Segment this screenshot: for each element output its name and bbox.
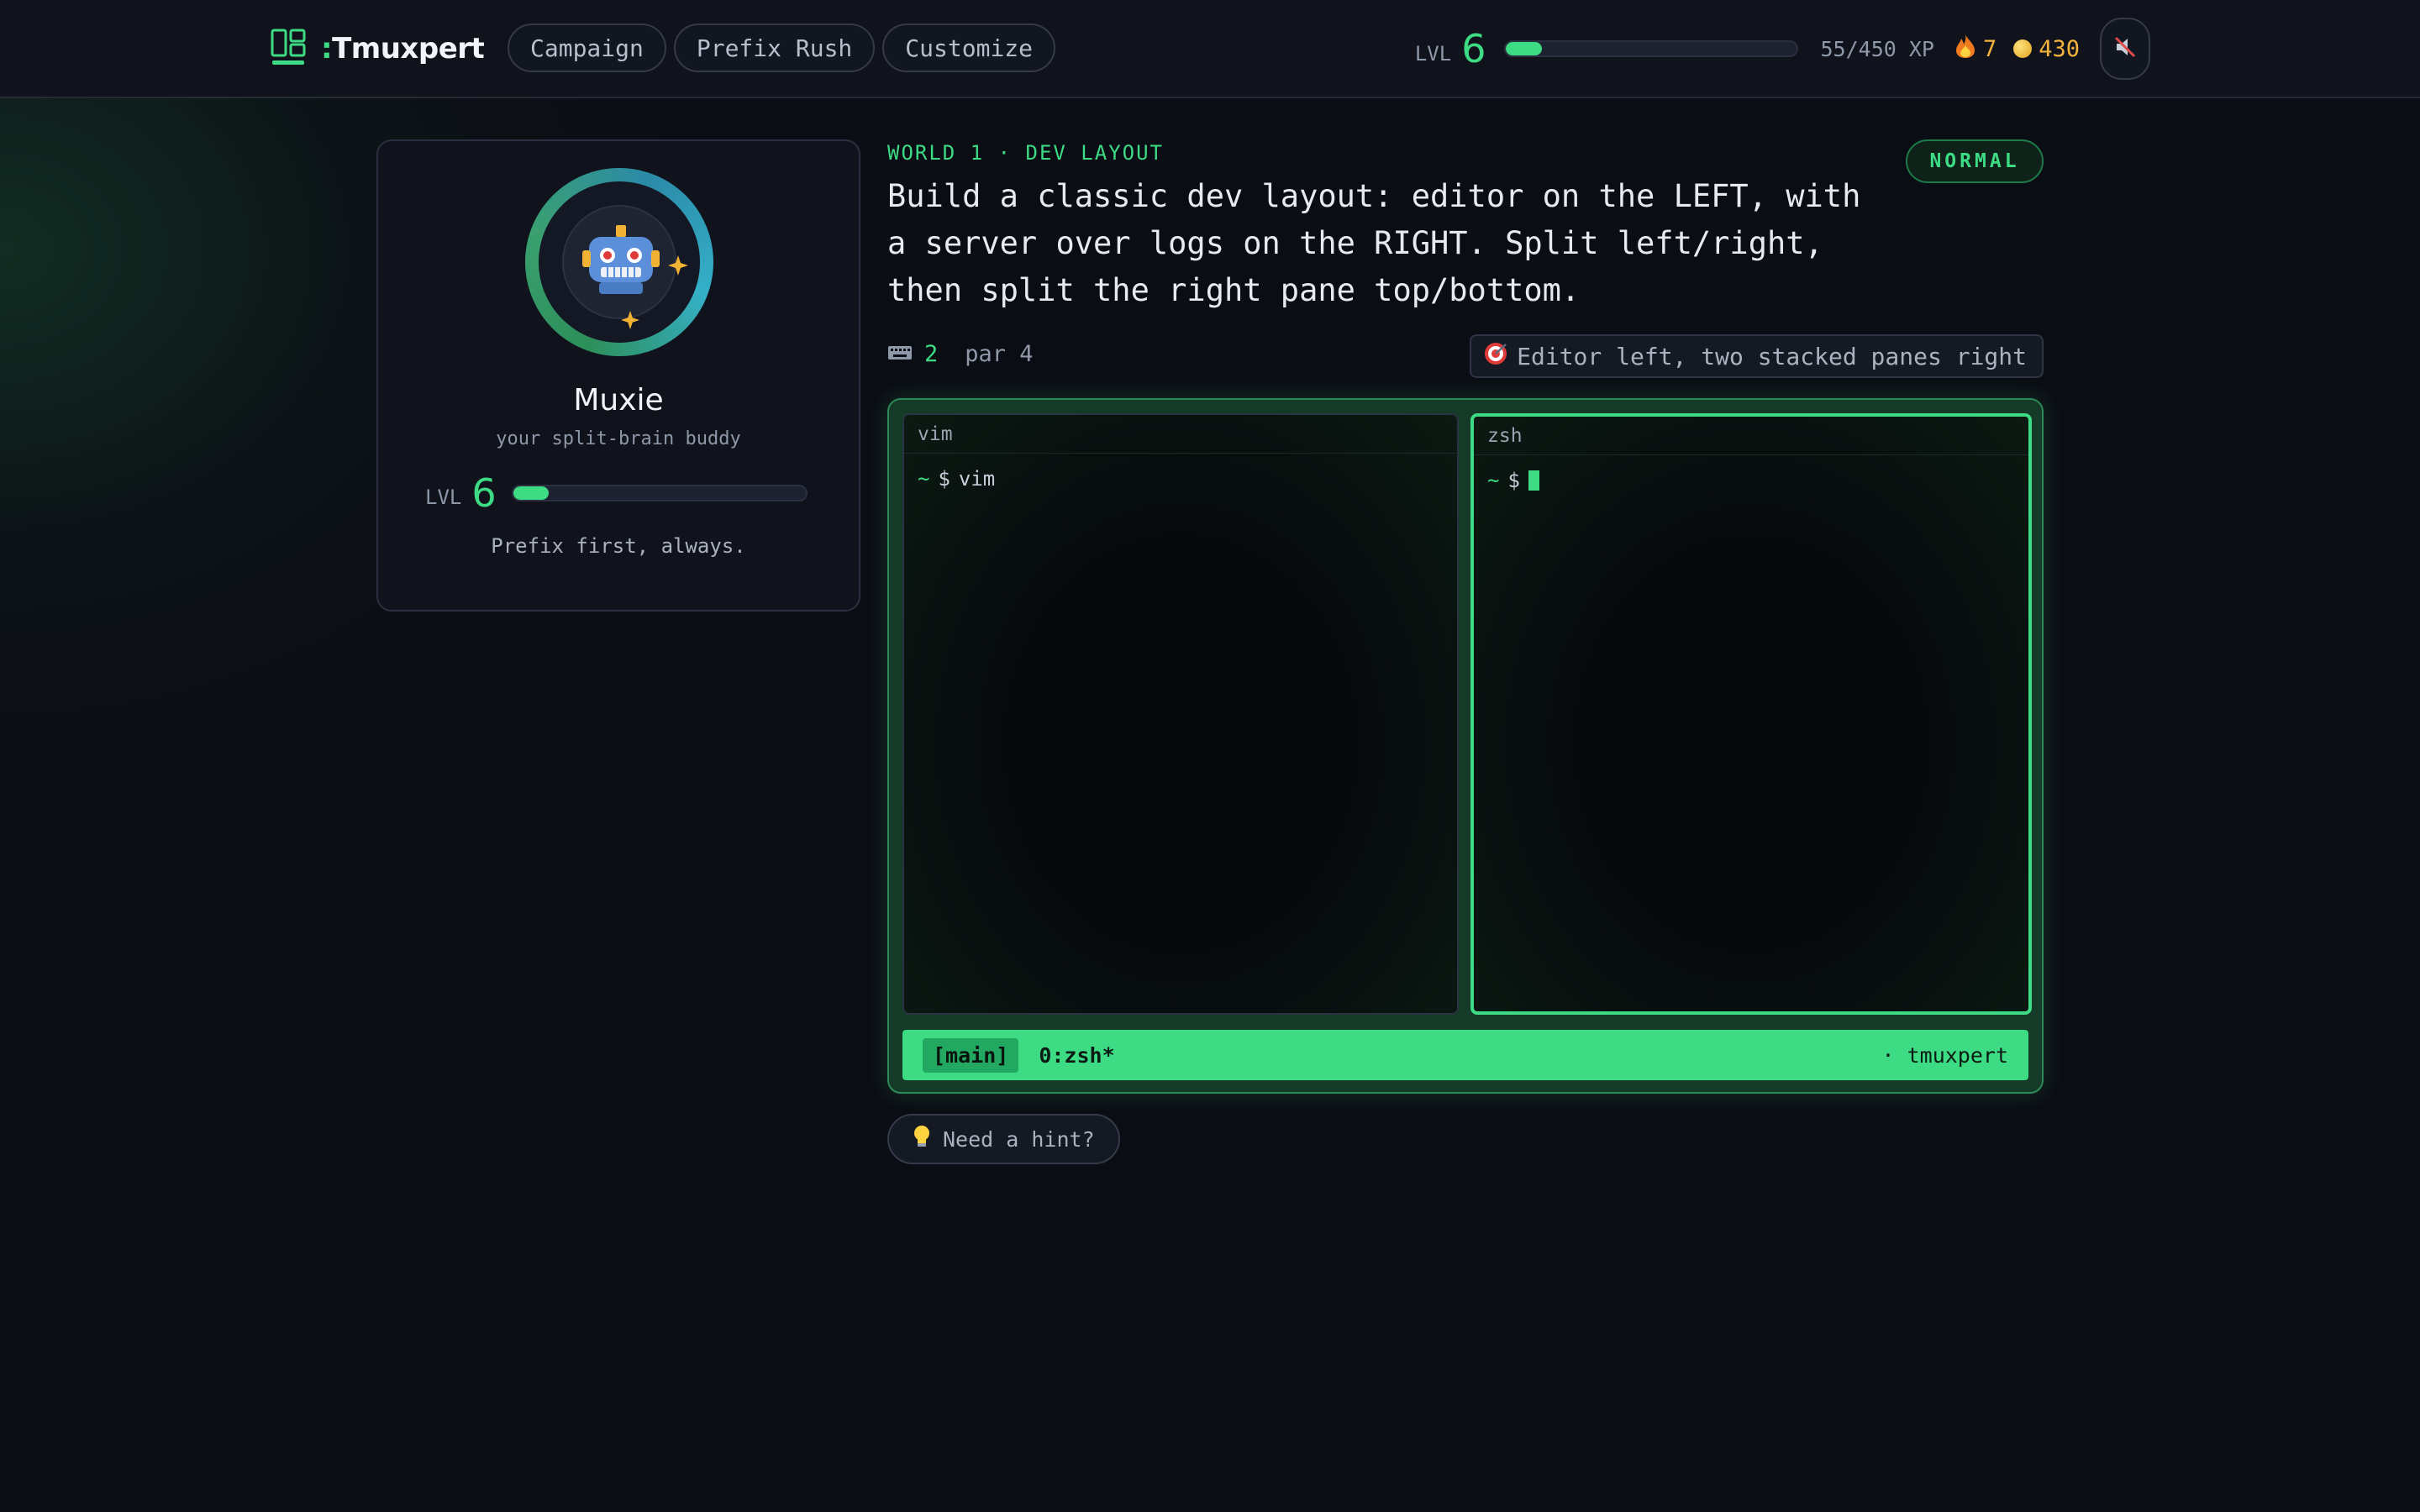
buddy-name: Muxie (573, 383, 664, 417)
lightbulb-icon (913, 1125, 931, 1153)
layout-logo-icon (271, 29, 306, 69)
keystroke-count: 2 (924, 341, 939, 367)
buddy-xp-bar (511, 485, 808, 501)
pane-vim[interactable]: vim ~ $ vim (902, 413, 1459, 1015)
level-number: 6 (1461, 26, 1486, 71)
par-count: par 4 (965, 341, 1034, 367)
buddy-card: Muxie your split-brain buddy LVL 6 Prefi… (376, 139, 860, 612)
buddy-level-label: LVL (425, 486, 462, 509)
hint-label: Need a hint? (943, 1126, 1095, 1152)
coin-count: 430 (2039, 35, 2080, 62)
buddy-level-number: 6 (471, 470, 497, 516)
streak-count: 7 (1982, 35, 1997, 62)
text-cursor (1528, 470, 1539, 491)
nav-prefix-rush[interactable]: Prefix Rush (673, 24, 876, 72)
top-bar: :Tmuxpert Campaign Prefix Rush Customize… (0, 0, 2420, 98)
buddy-avatar (525, 168, 713, 356)
mission-stats: 2 par 4 (887, 341, 1034, 367)
hint-button[interactable]: Need a hint? (887, 1114, 1120, 1164)
mode-badge: NORMAL (1906, 139, 2044, 183)
buddy-level: LVL 6 (425, 470, 808, 516)
xp-text: 55/450 XP (1820, 36, 1934, 61)
mission-description: Build a classic dev layout: editor on th… (887, 178, 1861, 308)
speaker-muted-icon (2113, 35, 2137, 62)
main-nav: Campaign Prefix Rush Customize (508, 24, 1056, 72)
brand[interactable]: :Tmuxpert (271, 29, 485, 69)
target-icon (1483, 341, 1508, 372)
coin-counter: 430 (2013, 36, 2080, 62)
pane-zsh-active[interactable]: zsh ~ $ (1470, 413, 2032, 1015)
window-name: 0:zsh* (1039, 1042, 1115, 1068)
pane-title: zsh (1474, 417, 2028, 455)
streak-counter: 7 (1954, 34, 1996, 65)
xp-bar-fill (1506, 42, 1542, 55)
robot-icon (562, 205, 676, 319)
tmux-status-bar: [main] 0:zsh* · tmuxpert (902, 1030, 2028, 1080)
nav-campaign[interactable]: Campaign (508, 24, 666, 72)
buddy-xp-bar-fill (513, 486, 550, 500)
sparkle-icon (668, 255, 688, 279)
level-label: LVL (1414, 42, 1452, 66)
pane-prompt: ~ $ vim (918, 467, 996, 491)
buddy-subtitle: your split-brain buddy (496, 428, 741, 449)
keyboard-icon (887, 342, 913, 367)
goal-badge: Editor left, two stacked panes right (1470, 334, 2044, 378)
fire-icon (1954, 34, 1976, 65)
sparkle-icon (621, 311, 639, 333)
coin-icon (2013, 39, 2033, 58)
mute-button[interactable] (2100, 18, 2150, 80)
pane-command: vim (958, 467, 996, 491)
goal-text: Editor left, two stacked panes right (1517, 342, 2027, 370)
status-right: · tmuxpert (1881, 1042, 2008, 1068)
session-name: [main] (923, 1037, 1019, 1073)
pane-title: vim (904, 415, 1457, 454)
nav-customize[interactable]: Customize (882, 24, 1056, 72)
pane-prompt: ~ $ (1474, 455, 2028, 506)
world-label: WORLD 1 · DEV LAYOUT (887, 141, 1164, 165)
tmux-terminal[interactable]: vim ~ $ vim zsh ~ $ [main] 0:zsh* · tmux… (887, 398, 2044, 1094)
buddy-motto: Prefix first, always. (491, 534, 746, 558)
player-hud: LVL 6 55/450 XP 7 430 (1414, 18, 2150, 80)
app-name: :Tmuxpert (321, 32, 485, 66)
xp-bar (1504, 40, 1799, 57)
